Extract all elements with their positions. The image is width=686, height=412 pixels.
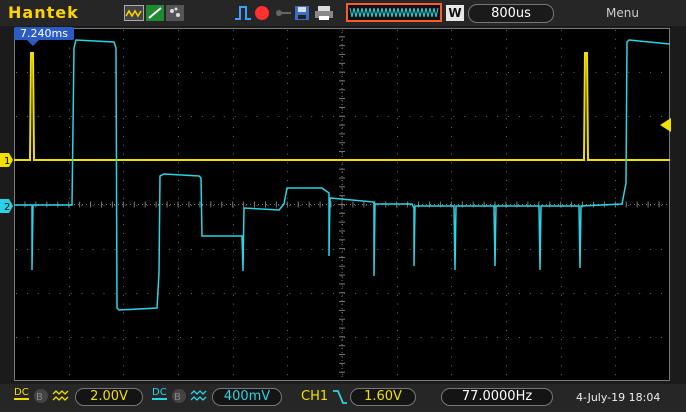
ch1-bandwidth-limit-icon: B bbox=[34, 389, 48, 403]
timebase-display[interactable]: 800us bbox=[468, 4, 554, 23]
svg-text:B: B bbox=[36, 392, 43, 403]
top-toolbar: Hantek W 800us Menu bbox=[0, 0, 686, 26]
brand-logo: Hantek bbox=[8, 3, 79, 22]
key-icon bbox=[274, 5, 292, 21]
trigger-level-marker[interactable] bbox=[660, 118, 672, 132]
ch2-volts-div[interactable]: 400mV bbox=[212, 388, 282, 406]
line-display-icon[interactable] bbox=[146, 5, 164, 21]
run-stop-indicator-icon[interactable] bbox=[254, 5, 270, 21]
svg-text:B: B bbox=[174, 392, 181, 403]
waveform-icon[interactable] bbox=[124, 5, 144, 21]
svg-text:2: 2 bbox=[4, 202, 10, 213]
ch1-coupling-dc: DC bbox=[14, 387, 29, 400]
dot-display-icon[interactable] bbox=[166, 5, 184, 21]
date-time: 4-July-19 18:04 bbox=[576, 391, 661, 404]
status-bar: DC B 2.00V DC B 400mV CH1 1.60V 77.0000H… bbox=[0, 384, 686, 412]
trigger-level[interactable]: 1.60V bbox=[350, 388, 416, 406]
ch2-bandwidth-limit-icon: B bbox=[172, 389, 186, 403]
graticule bbox=[13, 27, 671, 382]
ch2-coupling-dc: DC bbox=[152, 387, 167, 400]
memory-depth-icon[interactable] bbox=[346, 3, 442, 22]
print-icon[interactable] bbox=[314, 5, 334, 21]
frequency-readout: 77.0000Hz bbox=[441, 388, 553, 406]
waveform-display bbox=[13, 27, 671, 382]
trigger-source[interactable]: CH1 bbox=[301, 389, 328, 404]
ch2-level-marker[interactable]: 2 bbox=[0, 199, 14, 213]
waveform-grid bbox=[13, 27, 671, 382]
ch2-waveform-icon bbox=[190, 390, 207, 401]
trigger-time-badge: 7.240ms bbox=[14, 27, 74, 40]
pulse-trigger-icon[interactable] bbox=[234, 5, 252, 21]
trigger-position-marker[interactable] bbox=[26, 39, 40, 47]
window-icon[interactable]: W bbox=[446, 5, 464, 21]
ch1-trace bbox=[14, 52, 670, 161]
ch1-level-marker[interactable]: 1 bbox=[0, 153, 14, 167]
falling-edge-icon bbox=[333, 390, 347, 404]
ch1-volts-div[interactable]: 2.00V bbox=[75, 388, 143, 406]
ch1-waveform-icon bbox=[52, 390, 69, 401]
save-icon[interactable] bbox=[294, 5, 310, 21]
svg-text:1: 1 bbox=[4, 156, 10, 167]
menu-button[interactable]: Menu bbox=[606, 6, 639, 20]
